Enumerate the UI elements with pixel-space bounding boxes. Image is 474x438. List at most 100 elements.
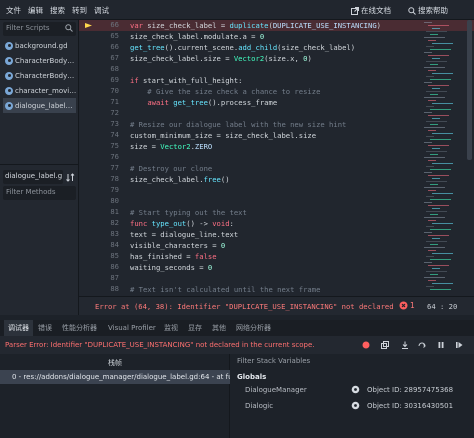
code-line[interactable]: 70 # Give the size check a chance to res… bbox=[79, 86, 474, 97]
editor-scrollbar[interactable] bbox=[467, 20, 472, 160]
code-line[interactable]: 79 bbox=[79, 185, 474, 196]
tab-debugger[interactable]: 调试器 bbox=[4, 320, 33, 336]
minimap-line bbox=[424, 277, 445, 278]
minimap-line bbox=[424, 262, 432, 263]
script-sidebar: Filter Scripts background.gd CharacterBo… bbox=[0, 20, 79, 315]
code-line[interactable]: 73 # Resize our dialogue label with the n… bbox=[79, 119, 474, 130]
minimap-line bbox=[428, 40, 436, 41]
code-line[interactable]: 75 size = Vector2.ZERO bbox=[79, 141, 474, 152]
script-item[interactable]: CharacterBody… bbox=[3, 53, 76, 68]
code-line[interactable]: 69 if start_with_full_height: bbox=[79, 75, 474, 86]
line-number: 88 bbox=[110, 284, 119, 293]
minimap-line bbox=[424, 202, 432, 203]
minimap-line bbox=[424, 97, 445, 98]
copy-icon[interactable] bbox=[381, 341, 389, 349]
script-item[interactable]: character_movi… bbox=[3, 83, 76, 98]
filter-stack-variables-input[interactable]: Filter Stack Variables bbox=[237, 357, 310, 365]
code-line[interactable]: 74 custom_minimum_size = size_check_label… bbox=[79, 130, 474, 141]
line-number: 85 bbox=[110, 251, 119, 260]
minimap-line bbox=[426, 136, 434, 137]
script-gear-icon bbox=[5, 41, 13, 50]
code-editor[interactable]: 66 var size_check_label = duplicate(DUPLI… bbox=[79, 20, 474, 296]
continue-icon[interactable] bbox=[455, 341, 463, 349]
code-line[interactable]: 82 func type_out() -> void: bbox=[79, 218, 474, 229]
code-line[interactable]: 81 # Start typing out the text bbox=[79, 207, 474, 218]
minimap-line bbox=[430, 124, 438, 125]
bottom-panel-tabs: 调试器 错误 性能分析器 Visual Profiler 监视 显存 其他 网络… bbox=[0, 320, 474, 336]
filter-scripts-input[interactable]: Filter Scripts bbox=[3, 22, 76, 36]
minimap-line bbox=[432, 58, 440, 59]
tab-visual-profiler[interactable]: Visual Profiler bbox=[104, 320, 160, 336]
menu-edit[interactable]: 编辑 bbox=[28, 5, 43, 16]
minimap-line bbox=[432, 223, 453, 224]
tab-misc[interactable]: 其他 bbox=[208, 320, 230, 336]
code-line[interactable]: 65 size_check_label.modulate.a = 0 bbox=[79, 31, 474, 42]
menu-file[interactable]: 文件 bbox=[6, 5, 21, 16]
code-text: # Destroy our clone bbox=[130, 164, 213, 173]
line-number: 71 bbox=[110, 97, 119, 106]
minimap-line bbox=[426, 46, 434, 47]
code-line[interactable]: 84 visible_characters = 0 bbox=[79, 240, 474, 251]
stack-frame-row[interactable]: 0 - res://addons/dialogue_manager/dialog… bbox=[0, 370, 230, 384]
tab-network-profiler[interactable]: 网络分析器 bbox=[232, 320, 275, 336]
sort-icon[interactable] bbox=[66, 173, 75, 182]
error-icon bbox=[399, 301, 408, 310]
code-line[interactable]: 87 bbox=[79, 273, 474, 284]
search-help-button[interactable]: 搜索帮助 bbox=[408, 5, 448, 16]
stack-frames-panel: 栈帧 0 - res://addons/dialogue_manager/dia… bbox=[0, 354, 230, 438]
code-line[interactable]: 71 await get_tree().process_frame bbox=[79, 97, 474, 108]
tab-monitors[interactable]: 监视 bbox=[160, 320, 182, 336]
code-line[interactable]: 76 bbox=[79, 152, 474, 163]
code-line[interactable]: 86 waiting_seconds = 0 bbox=[79, 262, 474, 273]
minimap-line bbox=[428, 100, 436, 101]
tab-profiler[interactable]: 性能分析器 bbox=[58, 320, 101, 336]
tab-errors[interactable]: 错误 bbox=[34, 320, 56, 336]
code-line[interactable]: 88 # Text isn't calculated until the next… bbox=[79, 284, 474, 295]
code-line[interactable]: 72 bbox=[79, 108, 474, 119]
minimap-line bbox=[424, 82, 432, 83]
code-line[interactable]: 80 bbox=[79, 196, 474, 207]
code-line[interactable]: 83 text = dialogue_line.text bbox=[79, 229, 474, 240]
minimap-line bbox=[430, 229, 451, 230]
minimap-line bbox=[428, 235, 449, 236]
error-count-badge[interactable]: 1 bbox=[399, 301, 415, 310]
code-line[interactable]: 85 has_finished = false bbox=[79, 251, 474, 262]
code-line[interactable]: 78 size_check_label.free() bbox=[79, 174, 474, 185]
menu-goto[interactable]: 转到 bbox=[72, 5, 87, 16]
menu-search[interactable]: 搜索 bbox=[50, 5, 65, 16]
minimap-line bbox=[428, 145, 449, 146]
online-docs-button[interactable]: 在线文档 bbox=[351, 5, 391, 16]
step-over-icon[interactable] bbox=[418, 341, 426, 349]
code-line[interactable]: 77 # Destroy our clone bbox=[79, 163, 474, 174]
minimap-line bbox=[426, 91, 447, 92]
current-file-field[interactable]: dialogue_label.gd bbox=[3, 170, 63, 184]
code-text: size = Vector2.ZERO bbox=[130, 142, 213, 151]
script-item[interactable]: CharacterBody… bbox=[3, 68, 76, 83]
minimap-line bbox=[430, 109, 451, 110]
script-gear-icon bbox=[5, 56, 13, 65]
code-line[interactable]: 67 size_check_label.size = Vector2(size.x… bbox=[79, 53, 474, 64]
code-line[interactable]: 66 get_tree().current_scene.add_child(siz… bbox=[79, 42, 474, 53]
minimap-line bbox=[426, 226, 434, 227]
error-message[interactable]: Error at (64, 38): Identifier "DUPLICATE… bbox=[95, 302, 395, 311]
variable-row[interactable]: DialogueManager Object ID: 28957475368 bbox=[231, 382, 474, 398]
globals-group-label[interactable]: Globals bbox=[237, 373, 266, 381]
filter-methods-input[interactable]: Filter Methods bbox=[3, 186, 76, 200]
code-line[interactable]: 66 var size_check_label = duplicate(DUPLI… bbox=[79, 20, 474, 31]
code-text: size_check_label.free() bbox=[130, 175, 230, 184]
pause-icon[interactable] bbox=[437, 341, 445, 349]
variable-row[interactable]: Dialogic Object ID: 30316430501 bbox=[231, 398, 474, 414]
minimap-line bbox=[430, 259, 451, 260]
code-line[interactable]: 68 bbox=[79, 64, 474, 75]
step-into-icon[interactable] bbox=[401, 341, 409, 349]
tab-video-ram[interactable]: 显存 bbox=[184, 320, 206, 336]
search-help-label: 搜索帮助 bbox=[418, 6, 448, 15]
minimap-line bbox=[424, 22, 432, 23]
minimap[interactable] bbox=[420, 20, 474, 296]
breakpoint-icon[interactable] bbox=[362, 341, 370, 349]
code-text: var size_check_label = duplicate(DUPLICA… bbox=[130, 21, 381, 30]
script-item-selected[interactable]: dialogue_label… bbox=[3, 98, 76, 113]
script-item[interactable]: background.gd bbox=[3, 38, 76, 53]
menu-debug[interactable]: 调试 bbox=[94, 5, 109, 16]
minimap-line bbox=[432, 88, 440, 89]
